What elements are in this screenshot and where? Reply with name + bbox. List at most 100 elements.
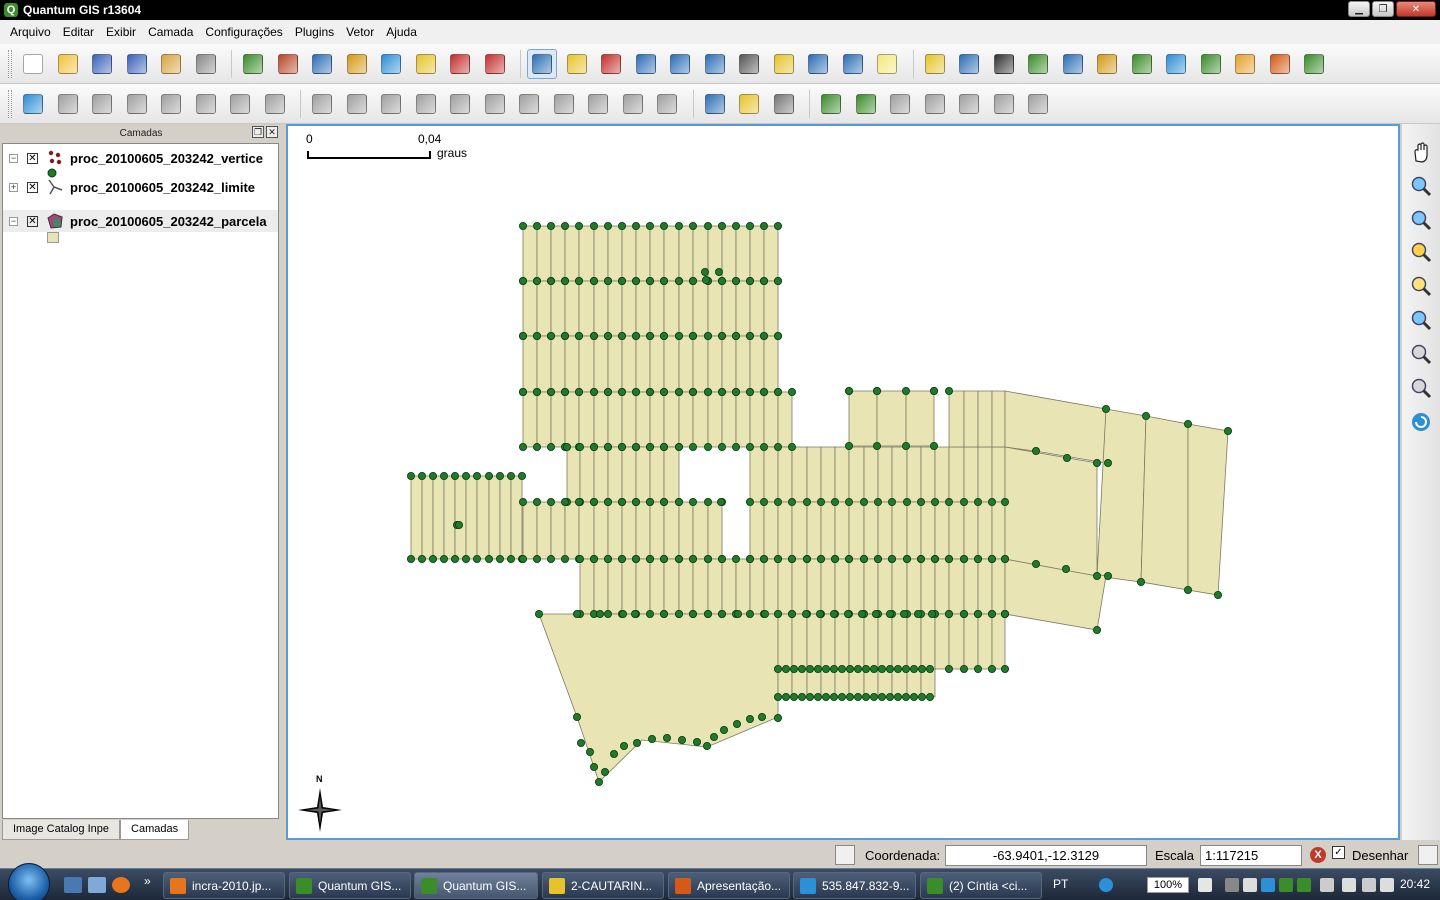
parcel[interactable] (579, 558, 595, 615)
identify-button[interactable] (527, 48, 557, 79)
parcel[interactable] (550, 225, 566, 282)
parcel[interactable] (635, 446, 651, 503)
vertex[interactable] (731, 387, 740, 396)
vertex[interactable] (717, 554, 726, 563)
parcel[interactable] (834, 501, 850, 560)
vertex[interactable] (532, 331, 541, 340)
vertex[interactable] (645, 497, 654, 506)
parcel[interactable] (820, 668, 836, 698)
vertex[interactable] (701, 275, 710, 284)
rotate-symbols-button[interactable] (652, 89, 682, 119)
parcel[interactable] (649, 225, 665, 282)
vertex[interactable] (745, 276, 754, 285)
parcel[interactable] (1096, 408, 1147, 583)
vertex[interactable] (472, 471, 481, 480)
parcel[interactable] (593, 280, 609, 337)
vertex[interactable] (926, 665, 935, 674)
parcel[interactable] (593, 558, 609, 615)
vertex[interactable] (1032, 559, 1041, 568)
vertex[interactable] (745, 497, 754, 506)
parcel[interactable] (777, 558, 793, 615)
parcel[interactable] (692, 280, 709, 337)
parcel[interactable] (876, 390, 907, 447)
gps-tools-button[interactable] (1058, 49, 1088, 79)
vertex[interactable] (797, 693, 806, 702)
remove-layer-button[interactable] (445, 49, 475, 79)
parcel[interactable] (791, 501, 808, 560)
vertex[interactable] (757, 713, 766, 722)
vertex[interactable] (781, 665, 790, 674)
parcel[interactable] (578, 225, 595, 282)
vertex[interactable] (773, 665, 782, 674)
vertex[interactable] (659, 442, 668, 451)
vertex[interactable] (1137, 577, 1146, 586)
vertex[interactable] (886, 609, 895, 618)
vertex[interactable] (773, 222, 782, 231)
table-edit-plugin-button[interactable] (1023, 89, 1053, 119)
parcel[interactable] (763, 335, 779, 393)
parcel[interactable] (848, 446, 865, 503)
vertex[interactable] (617, 387, 626, 396)
parcel[interactable] (749, 225, 765, 282)
scale-bar-button[interactable] (989, 49, 1019, 79)
split-features-button[interactable] (583, 89, 613, 119)
parcel[interactable] (791, 558, 808, 615)
parcel[interactable] (906, 613, 922, 670)
zoom-out-button[interactable] (1407, 206, 1435, 234)
plugin-map-button[interactable] (1299, 49, 1329, 79)
vertex[interactable] (931, 554, 940, 563)
parcel[interactable] (948, 558, 965, 615)
vertex[interactable] (789, 693, 798, 702)
parcel[interactable] (649, 391, 665, 448)
parcel[interactable] (607, 335, 623, 393)
vertex[interactable] (773, 609, 782, 618)
parcel[interactable] (607, 225, 623, 282)
parcel[interactable] (550, 280, 566, 337)
new-project-button[interactable] (18, 49, 48, 79)
vertex[interactable] (830, 609, 839, 618)
render-checkbox[interactable]: ✓ (1332, 846, 1345, 859)
vertex[interactable] (546, 554, 555, 563)
zoom-last-button[interactable] (1407, 340, 1435, 368)
parcel[interactable] (735, 558, 751, 615)
parcel[interactable] (920, 558, 936, 615)
vertex[interactable] (506, 554, 515, 563)
digitize-curve-button[interactable] (954, 89, 984, 119)
vertex[interactable] (914, 609, 923, 618)
vertex[interactable] (759, 222, 768, 231)
vertex[interactable] (886, 665, 895, 674)
vertex[interactable] (930, 386, 939, 395)
parcel[interactable] (635, 225, 651, 282)
vertex[interactable] (631, 276, 640, 285)
grass-tools-button[interactable] (1127, 49, 1157, 79)
vertex[interactable] (518, 222, 527, 231)
vertex[interactable] (589, 763, 598, 772)
parcel[interactable] (749, 558, 765, 615)
vertex[interactable] (647, 735, 656, 744)
vertex[interactable] (900, 609, 909, 618)
vertex[interactable] (589, 331, 598, 340)
vertex[interactable] (495, 471, 504, 480)
vertex[interactable] (574, 387, 583, 396)
parcel[interactable] (749, 391, 765, 448)
vertex[interactable] (988, 497, 997, 506)
parcel[interactable] (749, 280, 765, 337)
text-annotation-button[interactable] (872, 49, 902, 79)
vertex[interactable] (817, 497, 826, 506)
vertex[interactable] (518, 497, 527, 506)
parcel[interactable] (977, 390, 993, 448)
taskbar-button[interactable]: incra-2010.jp... (163, 872, 285, 899)
vertex[interactable] (878, 693, 887, 702)
parcel[interactable] (806, 558, 822, 615)
vertex[interactable] (407, 471, 416, 480)
parcel[interactable] (432, 475, 445, 560)
vertex[interactable] (945, 665, 954, 674)
parcel[interactable] (663, 225, 680, 282)
print-composer-button[interactable] (156, 49, 186, 79)
add-vector-layer-button[interactable] (238, 49, 268, 79)
vertex[interactable] (802, 609, 811, 618)
vertex[interactable] (495, 554, 504, 563)
parcel[interactable] (963, 501, 979, 560)
parcel[interactable] (906, 668, 922, 698)
vertex[interactable] (700, 267, 709, 276)
